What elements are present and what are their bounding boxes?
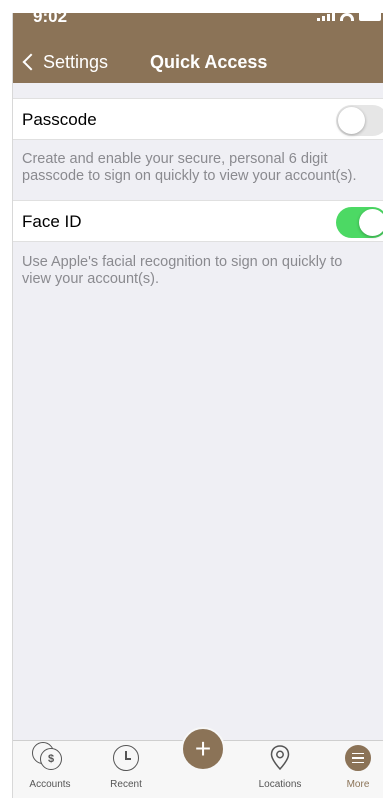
face-id-row: Face ID [13,200,383,242]
tab-recent[interactable]: Recent [91,745,161,795]
coins-icon: $ [32,742,63,771]
tab-bar: $ Accounts Recent + Locations More [13,727,383,798]
location-pin-icon [267,745,293,771]
header: 9:02 Settings Quick Access [13,13,383,83]
navigation-bar: Settings Quick Access [13,47,383,77]
add-button[interactable]: + [181,727,225,771]
toggle-knob [338,107,365,134]
tab-locations[interactable]: Locations [245,745,315,795]
page-title: Quick Access [150,52,268,72]
status-time: 9:02 [33,13,68,26]
toggle-knob [359,209,383,236]
plus-icon: + [194,733,212,764]
menu-icon [345,745,371,771]
passcode-description: Create and enable your secure, personal … [22,151,357,184]
battery-icon [359,13,381,21]
face-id-label: Face ID [22,212,82,231]
tab-recent-label: Recent [110,779,142,790]
tab-locations-label: Locations [258,779,302,790]
tab-accounts-label: Accounts [29,779,71,790]
app-screen: 9:02 Settings Quick Access Passcode Crea… [12,13,383,798]
cellular-signal-icon [317,13,335,21]
tab-accounts[interactable]: $ Accounts [15,742,85,795]
tab-more[interactable]: More [323,745,383,795]
chevron-left-icon [22,53,40,71]
wifi-icon [340,13,354,21]
passcode-toggle[interactable] [336,105,383,136]
status-icons [317,13,381,23]
back-label: Settings [43,51,109,72]
face-id-toggle[interactable] [336,207,383,238]
status-bar: 9:02 [13,13,383,27]
tab-more-label: More [346,779,370,790]
back-button[interactable]: Settings [21,47,108,77]
clock-icon [113,745,139,771]
passcode-label: Passcode [22,110,97,129]
passcode-row: Passcode [13,98,383,140]
face-id-description: Use Apple's facial recognition to sign o… [22,254,343,287]
